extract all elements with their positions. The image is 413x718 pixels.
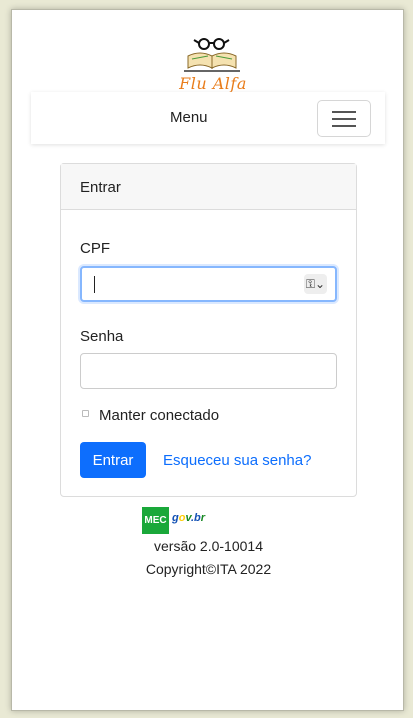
hamburger-icon [332, 111, 356, 113]
submit-button[interactable]: Entrar [80, 442, 146, 478]
app-viewport: Flu Alfa Menu Entrar CPF ⚿⌄ Senha Manter… [11, 9, 404, 711]
book-glasses-icon [184, 38, 240, 72]
senha-input[interactable] [80, 353, 337, 389]
menu-label: Menu [170, 109, 208, 126]
copyright-text: Copyright©ITA 2022 [145, 561, 272, 577]
app-logo: Flu Alfa [174, 34, 252, 100]
card-header: Entrar [61, 164, 356, 210]
senha-label: Senha [80, 328, 124, 345]
cpf-label: CPF [80, 240, 110, 257]
logo-wordmark: Flu Alfa [179, 74, 247, 93]
menu-toggle-button[interactable] [317, 100, 371, 137]
cpf-input[interactable]: ⚿⌄ [80, 266, 337, 302]
forgot-password-link[interactable]: Esqueceu sua senha? [163, 452, 311, 469]
login-card: Entrar CPF ⚿⌄ Senha Manter conectado Ent… [60, 163, 357, 497]
remember-checkbox[interactable] [82, 410, 89, 417]
text-caret [94, 276, 95, 293]
hamburger-icon-bar [332, 125, 356, 127]
version-text: versão 2.0-10014 [154, 538, 263, 554]
govbr-logo: gov.br [172, 512, 206, 524]
mec-logo: MEC [142, 507, 169, 534]
remember-label[interactable]: Manter conectado [99, 407, 219, 424]
hamburger-icon-bar [332, 118, 356, 120]
navbar: Menu [31, 92, 385, 144]
password-manager-key-icon[interactable]: ⚿⌄ [304, 274, 327, 294]
